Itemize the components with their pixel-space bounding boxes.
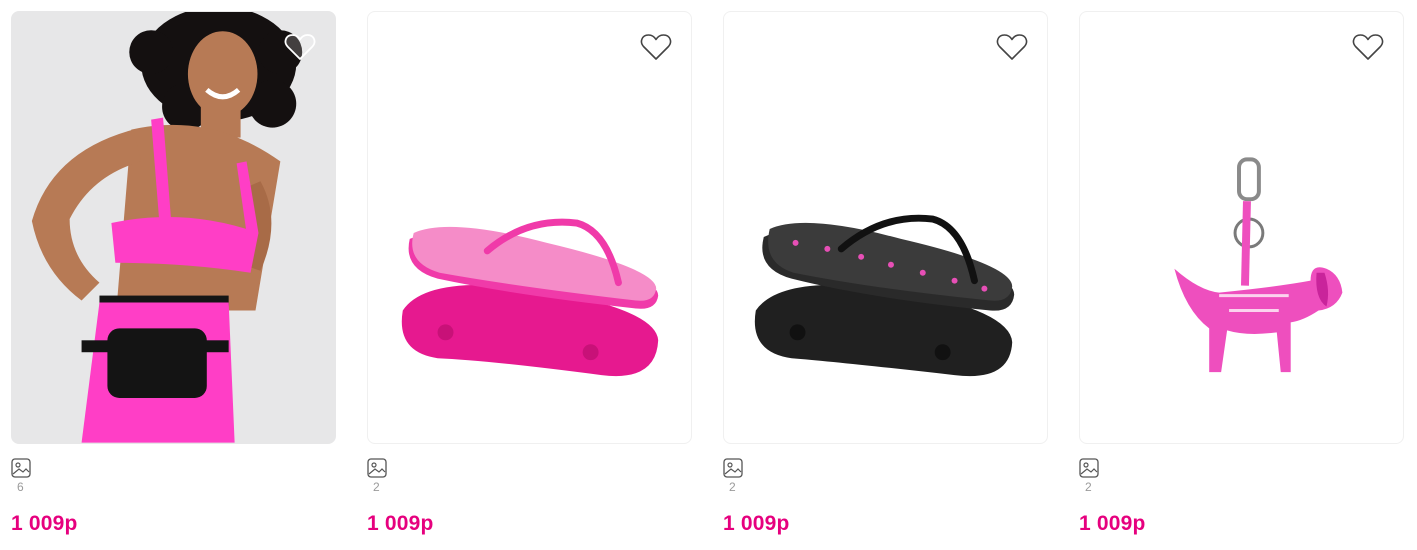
- product-price[interactable]: 1 009р: [723, 511, 790, 537]
- image-gallery-icon: [723, 458, 743, 478]
- favorite-button[interactable]: [639, 30, 673, 64]
- product-image[interactable]: [1079, 11, 1404, 444]
- product-image[interactable]: [723, 11, 1048, 444]
- photos-count: 2: [1085, 480, 1092, 494]
- model-photo: [31, 12, 303, 443]
- favorite-button[interactable]: [283, 30, 317, 64]
- photos-indicator: 6: [11, 458, 33, 494]
- heart-icon: [996, 34, 1028, 60]
- product-price[interactable]: 1 009р: [11, 511, 78, 537]
- product-card[interactable]: 6 1 009р: [11, 11, 336, 541]
- image-gallery-icon: [367, 458, 387, 478]
- photos-indicator: 2: [723, 458, 745, 494]
- photos-count: 2: [373, 480, 380, 494]
- pink-flip-flops-photo: [401, 218, 659, 377]
- product-image[interactable]: [11, 11, 336, 444]
- image-gallery-icon: [1079, 458, 1099, 478]
- photos-indicator: 2: [367, 458, 389, 494]
- product-card[interactable]: 2 1 009р: [1079, 11, 1404, 541]
- product-card[interactable]: 2 1 009р: [367, 11, 692, 541]
- photos-indicator: 2: [1079, 458, 1101, 494]
- product-price[interactable]: 1 009р: [367, 511, 434, 537]
- product-price[interactable]: 1 009р: [1079, 511, 1146, 537]
- dog-keychain-photo: [1174, 157, 1343, 373]
- image-gallery-icon: [11, 458, 31, 478]
- photos-count: 2: [729, 480, 736, 494]
- product-grid: 6 1 009р 2 1 009р 2 1 009р 2 1 009р: [11, 11, 1404, 541]
- product-image[interactable]: [367, 11, 692, 444]
- product-card[interactable]: 2 1 009р: [723, 11, 1048, 541]
- favorite-button[interactable]: [995, 30, 1029, 64]
- favorite-button[interactable]: [1351, 30, 1385, 64]
- black-flip-flops-photo: [754, 214, 1015, 377]
- heart-icon: [284, 34, 316, 60]
- photos-count: 6: [17, 480, 24, 494]
- heart-icon: [1352, 34, 1384, 60]
- heart-icon: [640, 34, 672, 60]
